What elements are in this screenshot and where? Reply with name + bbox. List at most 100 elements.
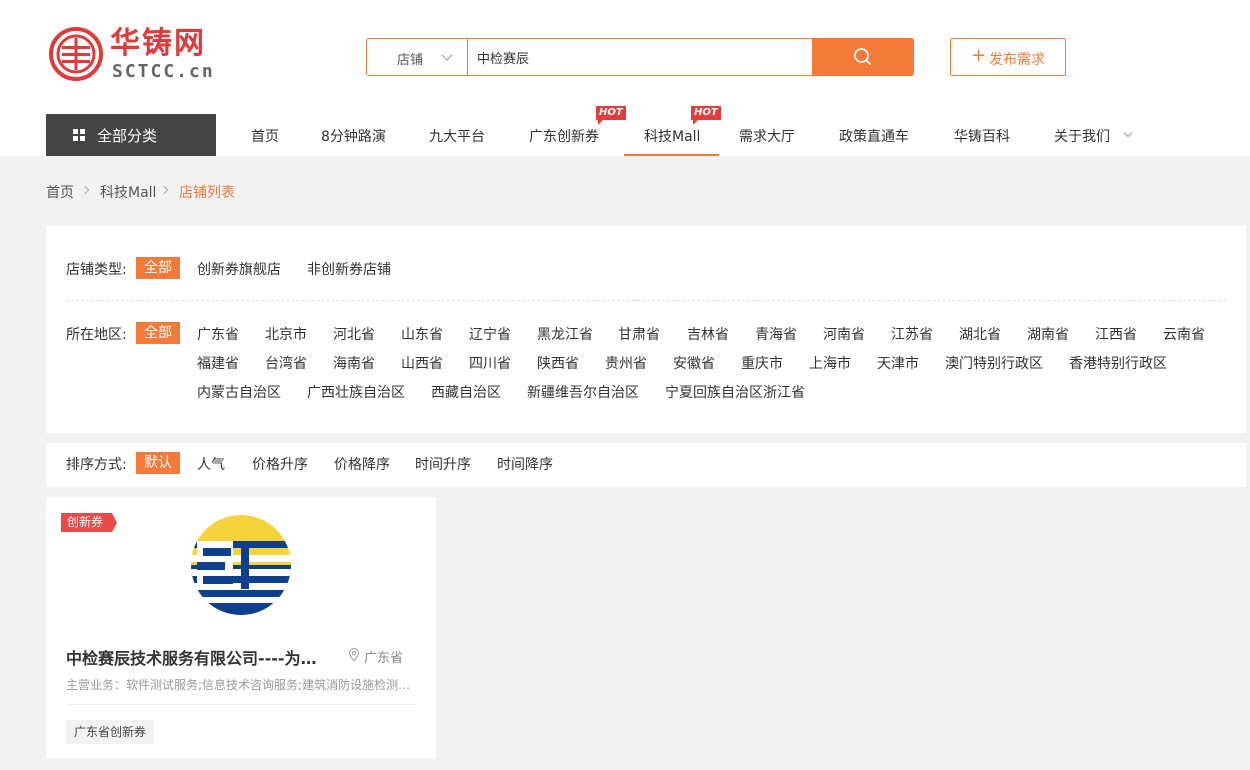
region-option[interactable]: 四川省: [469, 353, 511, 373]
sort-option-time-asc[interactable]: 时间升序: [415, 454, 471, 474]
breadcrumb-tech-mall[interactable]: 科技Mall: [100, 182, 156, 202]
nav-item-home[interactable]: 首页: [251, 114, 283, 156]
nav-item-platforms[interactable]: 九大平台: [429, 114, 491, 156]
shop-logo-icon: [191, 515, 291, 615]
region-option[interactable]: 青海省: [755, 324, 797, 344]
all-categories-label: 全部分类: [97, 127, 158, 145]
sort-option-popularity[interactable]: 人气: [197, 454, 225, 474]
nav-item-label: 首页: [251, 129, 279, 145]
shop-type-option[interactable]: 创新券旗舰店: [197, 259, 281, 279]
plus-icon: +: [971, 45, 987, 66]
region-option[interactable]: 安徽省: [673, 353, 715, 373]
region-option[interactable]: 陕西省: [537, 353, 579, 373]
shop-business: 主营业务：软件测试服务;信息技术咨询服务;建筑消防设施检测服务: [66, 678, 416, 692]
hot-badge: HOT: [691, 106, 721, 125]
region-option[interactable]: 西藏自治区: [431, 382, 501, 402]
region-option[interactable]: 吉林省: [687, 324, 729, 344]
chevron-down-icon: [441, 49, 453, 61]
sort-option-price-asc[interactable]: 价格升序: [252, 454, 308, 474]
region-option[interactable]: 天津市: [877, 353, 919, 373]
region-option[interactable]: 广东省: [197, 324, 239, 344]
search-type-select[interactable]: 店铺: [367, 39, 468, 75]
region-option[interactable]: 海南省: [333, 353, 375, 373]
region-option[interactable]: 福建省: [197, 353, 239, 373]
chevron-down-icon: [1123, 128, 1133, 138]
region-option[interactable]: 山东省: [401, 324, 443, 344]
region-option[interactable]: 湖南省: [1027, 324, 1069, 344]
location-pin-icon: [348, 648, 360, 662]
nav-item-encyclopedia[interactable]: 华铸百科: [954, 114, 1016, 156]
publish-demand-button[interactable]: + 发布需求: [950, 38, 1066, 76]
nav-item-label: 九大平台: [429, 129, 485, 145]
region-option[interactable]: 黑龙江省: [537, 324, 593, 344]
region-option[interactable]: 甘肃省: [618, 324, 660, 344]
innovation-voucher-tag: 创新券: [61, 513, 118, 532]
region-option[interactable]: 新疆维吾尔自治区: [527, 382, 639, 402]
region-option[interactable]: 内蒙古自治区: [197, 382, 281, 402]
grid-icon: [73, 129, 85, 141]
region-option[interactable]: 辽宁省: [469, 324, 511, 344]
site-header: 华铸网 SCTCC.cn 店铺 + 发布需求 全部分类 首页 8分钟路演 九大平…: [0, 0, 1250, 156]
divider: [66, 300, 1226, 301]
shop-type-option-all[interactable]: 全部: [136, 257, 180, 279]
region-option[interactable]: 广西壮族自治区: [307, 382, 405, 402]
site-logo[interactable]: 华铸网 SCTCC.cn: [48, 26, 218, 84]
shop-type-option[interactable]: 非创新券店铺: [307, 259, 391, 279]
nav-item-label: 政策直通车: [839, 129, 909, 145]
search-input[interactable]: [477, 39, 807, 75]
region-option[interactable]: 台湾省: [265, 353, 307, 373]
shop-card[interactable]: 创新券 中检赛辰技术服务有限公司----为国家级质检中心提供技术服务 广东省 主…: [46, 497, 436, 758]
hot-badge: HOT: [596, 106, 626, 125]
search-bar: 店铺: [366, 38, 914, 76]
voucher-badge: 广东省创新券: [66, 720, 155, 744]
region-option[interactable]: 河南省: [823, 324, 865, 344]
region-option[interactable]: 上海市: [809, 353, 851, 373]
sort-option-price-desc[interactable]: 价格降序: [334, 454, 390, 474]
nav-item-tech-mall[interactable]: 科技Mall: [624, 114, 719, 156]
publish-demand-label: 发布需求: [989, 52, 1045, 68]
region-option[interactable]: 江西省: [1095, 324, 1137, 344]
nav-item-about[interactable]: 关于我们: [1054, 114, 1136, 156]
nav-item-label: 华铸百科: [954, 129, 1010, 145]
region-label: 所在地区:: [66, 327, 127, 343]
shop-location-label: 广东省: [364, 651, 404, 666]
logo-text-cn: 华铸网: [110, 26, 206, 61]
filter-panel: 店铺类型: 全部 创新券旗舰店 非创新券店铺 所在地区: 全部 广东省 北京市 河北…: [46, 226, 1246, 433]
nav-item-roadshow[interactable]: 8分钟路演: [321, 114, 391, 156]
search-button[interactable]: [812, 38, 914, 76]
nav-item-label: 8分钟路演: [321, 129, 386, 145]
region-option[interactable]: 宁夏回族自治区: [665, 382, 763, 402]
sort-option-time-desc[interactable]: 时间降序: [497, 454, 553, 474]
region-option[interactable]: 北京市: [265, 324, 307, 344]
shop-name[interactable]: 中检赛辰技术服务有限公司----为国家级质检中心提供技术服务: [66, 645, 328, 669]
nav-item-demand-hall[interactable]: 需求大厅: [739, 114, 801, 156]
sort-bar: 排序方式: 默认 人气 价格升序 价格降序 时间升序 时间降序: [46, 443, 1246, 487]
nav-item-label: 需求大厅: [739, 129, 795, 145]
region-option[interactable]: 香港特别行政区: [1069, 353, 1167, 373]
chevron-right-icon: [80, 185, 90, 195]
search-type-label: 店铺: [397, 53, 424, 68]
region-option[interactable]: 重庆市: [741, 353, 783, 373]
region-option[interactable]: 浙江省: [763, 382, 805, 402]
nav-item-policy[interactable]: 政策直通车: [839, 114, 915, 156]
region-option[interactable]: 澳门特别行政区: [945, 353, 1043, 373]
region-option[interactable]: 江苏省: [891, 324, 933, 344]
logo-emblem-icon: [49, 27, 103, 81]
nav-item-innovation-voucher[interactable]: 广东创新券: [529, 114, 605, 156]
nav-item-label: 科技Mall: [644, 129, 701, 145]
chevron-right-icon: [159, 185, 169, 195]
all-categories-button[interactable]: 全部分类: [46, 114, 216, 156]
region-option[interactable]: 河北省: [333, 324, 375, 344]
nav-item-label: 关于我们: [1054, 129, 1110, 145]
breadcrumb-home[interactable]: 首页: [46, 182, 74, 202]
divider: [66, 704, 416, 705]
shop-location: 广东省: [348, 647, 404, 666]
region-option[interactable]: 山西省: [401, 353, 443, 373]
search-icon: [854, 48, 872, 66]
nav-item-label: 广东创新券: [529, 129, 599, 145]
region-option-all[interactable]: 全部: [136, 322, 180, 344]
sort-option-default[interactable]: 默认: [136, 452, 180, 474]
region-option[interactable]: 湖北省: [959, 324, 1001, 344]
region-option[interactable]: 贵州省: [605, 353, 647, 373]
region-option[interactable]: 云南省: [1163, 324, 1205, 344]
